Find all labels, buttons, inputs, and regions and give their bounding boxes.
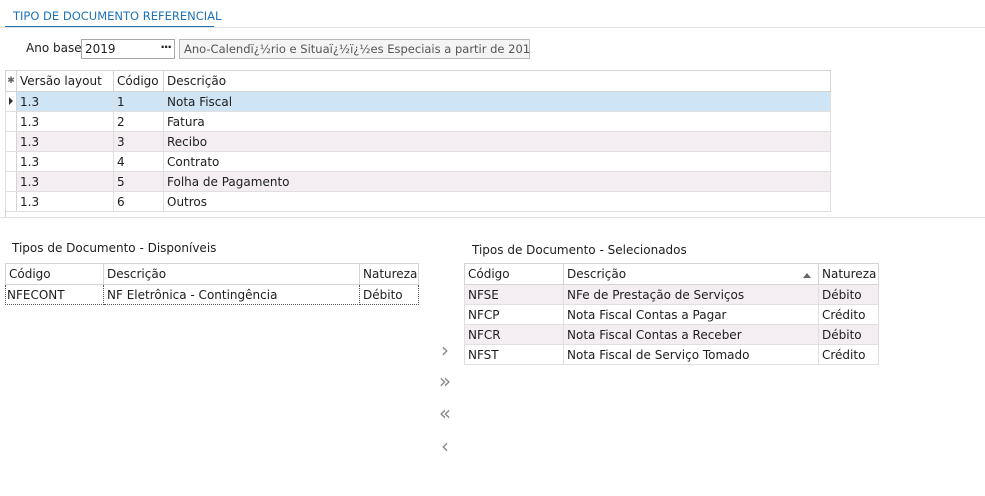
current-row-arrow-icon [9, 96, 13, 105]
column-header-codigo[interactable]: Código [464, 263, 564, 285]
column-header-codigo[interactable]: Código [5, 263, 104, 285]
cell-versao[interactable]: 1.3 [16, 111, 114, 132]
cell-descricao[interactable]: Folha de Pagamento [163, 171, 831, 192]
table-row[interactable]: 1.3 2 Fatura [5, 111, 831, 132]
cell-versao[interactable]: 1.3 [16, 191, 114, 212]
column-header-descricao[interactable]: Descrição [103, 263, 360, 285]
row-indicator [5, 91, 17, 112]
cell-descricao[interactable]: Nota Fiscal de Serviço Tomado [563, 344, 819, 365]
row-indicator [5, 111, 17, 132]
row-indicator [5, 171, 17, 192]
selecionados-title: Tipos de Documento - Selecionados [472, 243, 687, 257]
cell-codigo[interactable]: NFCR [464, 324, 564, 345]
cell-descricao[interactable]: Nota Fiscal Contas a Pagar [563, 304, 819, 325]
cell-descricao[interactable]: Nota Fiscal [163, 91, 831, 112]
move-one-right-button[interactable]: › [432, 338, 458, 362]
header-marker-icon: ✱ [5, 70, 17, 92]
cell-descricao[interactable]: Nota Fiscal Contas a Receber [563, 324, 819, 345]
cell-descricao[interactable]: Contrato [163, 151, 831, 172]
selecionados-grid: Código Descrição Natureza NFSE NFe de Pr… [464, 263, 879, 365]
table-row[interactable]: 1.3 1 Nota Fiscal [5, 91, 831, 112]
ellipsis-button[interactable]: ··· [160, 40, 172, 54]
row-indicator [5, 151, 17, 172]
cell-codigo[interactable]: NFSE [464, 284, 564, 305]
cell-natureza[interactable]: Crédito [818, 344, 879, 365]
cell-codigo[interactable]: 3 [113, 131, 164, 152]
move-one-left-button[interactable]: ‹ [432, 434, 458, 458]
table-row[interactable]: NFECONT NF Eletrônica - Contingência Déb… [5, 284, 419, 305]
ano-base-input[interactable]: 2019 ··· [81, 39, 175, 59]
ano-base-description: Ano-Calendï¿½rio e Situaï¿½ï¿½es Especia… [179, 39, 530, 59]
cell-codigo[interactable]: NFCP [464, 304, 564, 325]
column-header-versao[interactable]: Versão layout [16, 70, 114, 92]
column-header-codigo[interactable]: Código [113, 70, 164, 92]
cell-codigo[interactable]: NFECONT [5, 284, 104, 305]
cell-codigo[interactable]: 4 [113, 151, 164, 172]
cell-descricao[interactable]: Fatura [163, 111, 831, 132]
table-row[interactable]: NFCR Nota Fiscal Contas a Receber Débito [464, 324, 879, 345]
divider [0, 217, 985, 218]
cell-natureza[interactable]: Débito [818, 324, 879, 345]
disponiveis-grid: Código Descrição Natureza NFECONT NF Ele… [5, 263, 419, 305]
cell-natureza[interactable]: Crédito [818, 304, 879, 325]
disponiveis-title: Tipos de Documento - Disponíveis [12, 241, 217, 255]
column-header-descricao[interactable]: Descrição [563, 263, 819, 285]
cell-versao[interactable]: 1.3 [16, 131, 114, 152]
layout-grid: ✱ Versão layout Código Descrição 1.3 1 N… [5, 70, 831, 212]
cell-descricao[interactable]: NF Eletrônica - Contingência [103, 284, 360, 305]
column-header-natureza[interactable]: Natureza [818, 263, 879, 285]
divider [0, 27, 985, 28]
cell-versao[interactable]: 1.3 [16, 91, 114, 112]
cell-versao[interactable]: 1.3 [16, 151, 114, 172]
column-header-descricao[interactable]: Descrição [163, 70, 831, 92]
sort-ascending-icon [803, 273, 811, 278]
grid-border [5, 210, 6, 217]
cell-descricao[interactable]: Recibo [163, 131, 831, 152]
column-header-natureza[interactable]: Natureza [359, 263, 419, 285]
table-row[interactable]: 1.3 5 Folha de Pagamento [5, 171, 831, 192]
table-row[interactable]: NFST Nota Fiscal de Serviço Tomado Crédi… [464, 344, 879, 365]
column-header-descricao-label: Descrição [567, 267, 627, 281]
cell-descricao[interactable]: NFe de Prestação de Serviços [563, 284, 819, 305]
row-indicator [5, 191, 17, 212]
cell-versao[interactable]: 1.3 [16, 171, 114, 192]
move-all-left-button[interactable]: « [432, 401, 458, 425]
ano-base-label: Ano base [26, 41, 82, 55]
table-row[interactable]: NFCP Nota Fiscal Contas a Pagar Crédito [464, 304, 879, 325]
cell-descricao[interactable]: Outros [163, 191, 831, 212]
table-row[interactable]: 1.3 3 Recibo [5, 131, 831, 152]
move-all-right-button[interactable]: » [432, 369, 458, 393]
cell-codigo[interactable]: 5 [113, 171, 164, 192]
ano-base-value[interactable]: 2019 [85, 42, 116, 56]
cell-codigo[interactable]: 1 [113, 91, 164, 112]
tab-tipo-documento-referencial[interactable]: TIPO DE DOCUMENTO REFERENCIAL [5, 5, 229, 27]
table-row[interactable]: NFSE NFe de Prestação de Serviços Débito [464, 284, 879, 305]
cell-natureza[interactable]: Débito [818, 284, 879, 305]
cell-codigo[interactable]: 6 [113, 191, 164, 212]
table-row[interactable]: 1.3 6 Outros [5, 191, 831, 212]
cell-codigo[interactable]: NFST [464, 344, 564, 365]
row-indicator [5, 131, 17, 152]
table-row[interactable]: 1.3 4 Contrato [5, 151, 831, 172]
cell-natureza[interactable]: Débito [359, 284, 419, 305]
cell-codigo[interactable]: 2 [113, 111, 164, 132]
